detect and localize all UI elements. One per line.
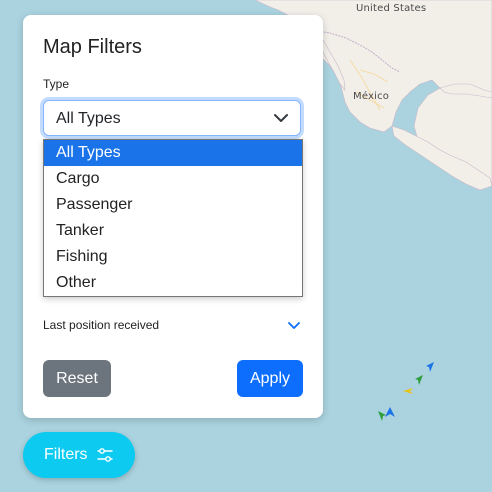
vessel-marker[interactable] <box>403 386 413 396</box>
sliders-icon <box>97 448 113 462</box>
filters-toggle-button[interactable]: Filters <box>23 432 135 478</box>
type-select[interactable]: All Types <box>43 100 301 136</box>
map-filters-panel: Map Filters Type All Types All Types Car… <box>23 15 323 418</box>
vessel-marker[interactable] <box>413 375 423 385</box>
map-label-united-states: United States <box>356 3 427 14</box>
apply-button[interactable]: Apply <box>237 360 303 397</box>
option-other[interactable]: Other <box>44 270 302 296</box>
option-tanker[interactable]: Tanker <box>44 218 302 244</box>
panel-title: Map Filters <box>43 36 142 58</box>
vessel-marker[interactable] <box>385 407 395 417</box>
option-cargo[interactable]: Cargo <box>44 166 302 192</box>
option-passenger[interactable]: Passenger <box>44 192 302 218</box>
reset-button[interactable]: Reset <box>43 360 111 397</box>
type-dropdown-list: All Types Cargo Passenger Tanker Fishing… <box>43 139 303 297</box>
type-select-value: All Types <box>56 110 121 127</box>
vessel-marker[interactable] <box>424 362 434 372</box>
chevron-down-icon[interactable] <box>288 321 300 330</box>
option-fishing[interactable]: Fishing <box>44 244 302 270</box>
last-position-label[interactable]: Last position received <box>43 318 159 332</box>
map-label-mexico: México <box>353 91 390 102</box>
chevron-down-icon <box>274 114 288 122</box>
type-label: Type <box>43 77 70 91</box>
option-all-types[interactable]: All Types <box>44 140 302 166</box>
filters-button-label: Filters <box>44 446 88 463</box>
